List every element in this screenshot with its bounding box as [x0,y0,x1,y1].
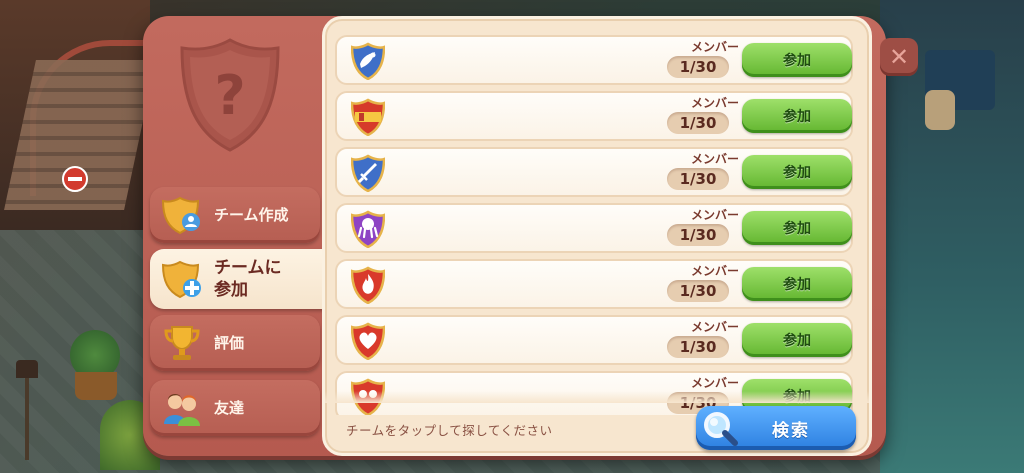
member-count: 1/30 [667,336,729,358]
tab-friends[interactable]: 友達 [150,380,320,436]
join-button[interactable]: 参加 [742,155,852,189]
close-button[interactable]: ✕ [880,38,918,76]
join-button[interactable]: 参加 [742,99,852,133]
spain-flag-icon [351,98,385,136]
octopus-icon [351,210,385,248]
fire-icon [351,266,385,304]
member-label: メンバー [690,376,739,390]
member-count: 1/30 [667,168,729,190]
dove-icon [351,42,385,80]
member-count: 1/30 [667,56,729,78]
shield-add-user-icon [162,196,200,235]
member-count: 1/30 [667,280,729,302]
team-row[interactable]: メンバー 1/30 参加 [335,259,853,309]
no-entry-sign-icon [62,166,88,192]
team-row[interactable]: メンバー 1/30 参加 [335,91,853,141]
list-fade [325,391,869,403]
member-count: 1/30 [667,112,729,134]
member-label: メンバー [690,96,739,110]
team-list-panel: メンバー 1/30 参加 メンバー 1/30 参加 メンバー 1/30 参加 メ… [322,16,872,456]
tab-label: チーム作成 [214,206,289,224]
search-button[interactable]: 検索 [696,406,856,450]
question-mark: ? [214,64,245,127]
background-pot [75,372,117,400]
tab-join-team[interactable]: チームに 参加 [150,249,340,309]
join-button[interactable]: 参加 [742,323,852,357]
join-button[interactable]: 参加 [742,211,852,245]
join-button[interactable]: 参加 [742,43,852,77]
search-label: 検索 [772,420,810,441]
friends-icon [164,394,200,426]
background-lamppost [14,360,40,460]
question-shield-icon: ? [180,38,280,152]
team-row[interactable]: メンバー 1/30 参加 [335,35,853,85]
background-vase [925,90,955,130]
member-label: メンバー [690,320,739,334]
magnifier-icon [704,412,738,446]
team-row[interactable]: メンバー 1/30 参加 [335,147,853,197]
tab-label: 友達 [214,399,245,417]
member-label: メンバー [690,264,739,278]
team-row[interactable]: メンバー 1/30 参加 [335,203,853,253]
tab-label: チームに 参加 [214,258,282,300]
member-label: メンバー [690,40,739,54]
tab-ranking[interactable]: 評価 [150,315,320,371]
hint-text: チームをタップして探してください [346,423,553,438]
member-label: メンバー [690,208,739,222]
shield-plus-icon [162,260,201,299]
trophy-icon [164,326,200,360]
sword-icon [351,154,385,192]
tab-label: 評価 [214,334,245,352]
team-row[interactable]: メンバー 1/30 参加 [335,315,853,365]
heart-icon [351,322,385,360]
member-count: 1/30 [667,224,729,246]
tab-create-team[interactable]: チーム作成 [150,187,320,243]
member-label: メンバー [690,152,739,166]
close-icon: ✕ [888,43,910,71]
team-list[interactable]: メンバー 1/30 参加 メンバー 1/30 参加 メンバー 1/30 参加 メ… [335,35,853,415]
join-button[interactable]: 参加 [742,267,852,301]
